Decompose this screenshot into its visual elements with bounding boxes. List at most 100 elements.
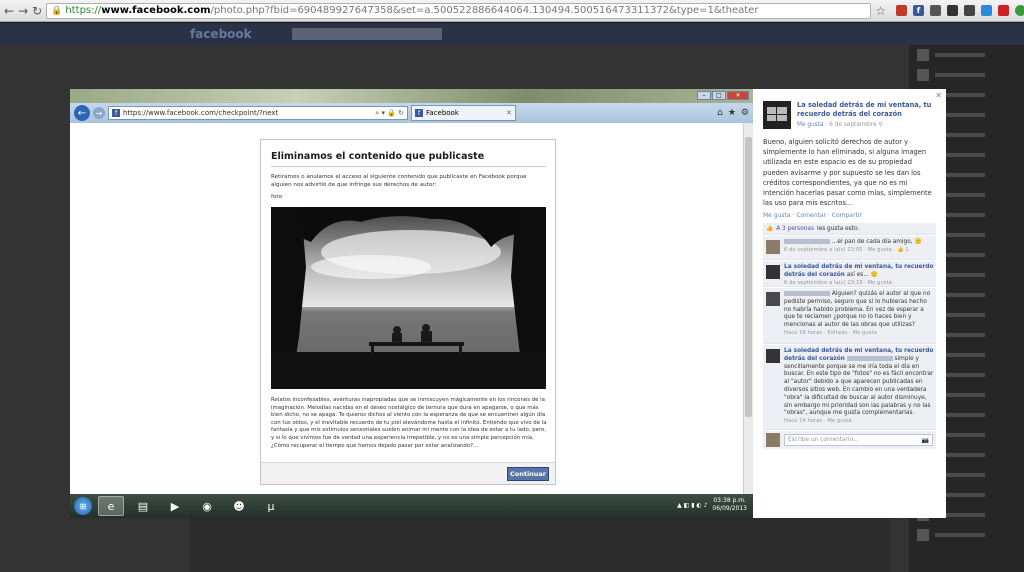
extension-icon[interactable] xyxy=(895,5,907,16)
divider xyxy=(271,166,546,167)
inner-scrollbar xyxy=(743,123,753,494)
window-controls: – □ ✕ xyxy=(697,91,749,100)
removed-photo xyxy=(271,207,546,389)
avatar xyxy=(917,529,929,541)
dialog-footer: Continuar xyxy=(261,462,555,484)
app-icon: ☻ xyxy=(233,499,245,513)
search-icon: ⌕ ▾ 🔒 ↻ xyxy=(375,108,404,117)
chat-item xyxy=(909,65,1024,85)
commenter-name-redacted xyxy=(784,291,830,296)
lock-icon: 🔒 xyxy=(51,5,63,16)
avatar xyxy=(917,69,929,81)
like-link[interactable]: Me gusta xyxy=(797,122,824,128)
close-icon: ✕ xyxy=(727,91,749,100)
facebook-header: facebook xyxy=(0,23,1024,45)
likes-summary: 👍 A 3 personas les gusta esto. xyxy=(763,223,936,235)
inner-address-bar: f https://www.facebook.com/checkpoint/?n… xyxy=(108,106,408,120)
home-icon: ⌂ xyxy=(717,108,723,118)
avatar[interactable] xyxy=(766,349,780,363)
close-icon[interactable]: ✕ xyxy=(935,91,942,100)
comment: ...el pan de cada día amigo, 🙂 6 de sept… xyxy=(763,236,936,260)
removed-item-label: foto xyxy=(271,194,283,200)
comment-text: así es... 🙂 xyxy=(846,271,878,278)
comment-meta: 6 de septiembre a la(s) 23:05 · Me gusta… xyxy=(784,246,909,253)
chrome-icon: ◉ xyxy=(202,499,212,513)
comment: La soledad detrás de mi ventana, tu recu… xyxy=(763,261,936,287)
comment-meta: Hace 14 horas · Me gusta xyxy=(784,418,852,425)
comment: La soledad detrás de mi ventana, tu recu… xyxy=(763,345,936,430)
removed-photo-image xyxy=(271,207,546,389)
facebook-logo: facebook xyxy=(190,27,252,41)
star-icon: ★ xyxy=(727,108,736,118)
reload-icon[interactable]: ↻ xyxy=(32,4,42,18)
extension-icon[interactable] xyxy=(929,5,941,16)
extension-icon[interactable] xyxy=(1014,5,1024,16)
media-player-icon: ▶ xyxy=(170,499,180,513)
write-comment-box: Escribe un comentario... 📷 xyxy=(763,431,936,449)
facebook-extension-icon[interactable]: f xyxy=(912,5,924,16)
comment-meta: Hace 16 horas · Editado · Me gusta xyxy=(784,329,877,336)
comment-input[interactable]: Escribe un comentario... 📷 xyxy=(784,434,933,446)
comment: Alguien? quizás el autor al que no pedis… xyxy=(763,288,936,344)
avatar[interactable] xyxy=(766,240,780,254)
post-text: Bueno, alguien solicitó derechos de auto… xyxy=(763,138,932,208)
facebook-search xyxy=(291,28,442,40)
avatar xyxy=(766,433,780,447)
dialog-intro: Retiramos o anulamos el acceso al siguie… xyxy=(271,174,527,188)
windows-taskbar: ⊞ e ▤ ▶ ◉ ☻ µ ▲ ◧ ▮ ◐ ♪ 03:38 p.m. 06/09… xyxy=(70,494,753,518)
gear-icon[interactable] xyxy=(963,5,975,16)
post-actions: Me gusta · Comentar · Compartir xyxy=(763,212,862,219)
comment-button[interactable]: Comentar xyxy=(796,212,826,219)
thumbs-up-icon: 👍 xyxy=(766,225,774,232)
back-icon[interactable]: ← xyxy=(4,4,14,18)
comment-text: ...el pan de cada día amigo, 🙂 xyxy=(831,239,922,245)
chat-item xyxy=(909,45,1024,65)
facebook-favicon-icon: f xyxy=(112,109,120,117)
folder-icon: ▤ xyxy=(137,499,149,513)
likes-count-link[interactable]: A 3 personas xyxy=(776,226,814,232)
facebook-favicon-icon: f xyxy=(415,109,423,117)
comment-meta: 6 de septiembre a la(s) 23:18 · Me gusta xyxy=(784,279,892,286)
mention-redacted xyxy=(846,355,893,361)
gear-icon: ⚙ xyxy=(740,108,749,118)
forward-icon: → xyxy=(93,107,105,119)
browser-toolbar: ← → ↻ 🔒 https:// www.facebook.com /photo… xyxy=(0,0,1024,22)
avatar xyxy=(917,49,929,61)
clock: 03:38 p.m. 06/09/2013 xyxy=(712,497,747,512)
inner-page-content: Eliminamos el contenido que publicaste R… xyxy=(70,123,743,494)
inner-browser-tab: f Facebook ✕ xyxy=(411,105,516,121)
like-button[interactable]: Me gusta xyxy=(763,212,791,219)
tray-icons: ▲ ◧ ▮ ◐ ♪ xyxy=(677,501,708,509)
internet-explorer-icon: e xyxy=(98,496,124,516)
minimize-icon: – xyxy=(697,91,711,100)
star-icon[interactable]: ☆ xyxy=(875,4,886,18)
comment-text: Alguien? quizás el autor al que no pedis… xyxy=(784,291,931,329)
photo-comments-panel: ✕ La soledad detrás de mi ventana, tu re… xyxy=(753,89,946,518)
page-avatar[interactable] xyxy=(763,101,791,129)
page-name-link[interactable]: La soledad detrás de mi ventana, tu recu… xyxy=(797,101,937,119)
avatar[interactable] xyxy=(766,265,780,279)
forward-icon[interactable]: → xyxy=(18,4,28,18)
share-button[interactable]: Compartir xyxy=(832,212,862,219)
theater-photo[interactable]: – □ ✕ ← → f https://www.facebook.com/che… xyxy=(70,89,753,518)
dialog-title: Eliminamos el contenido que publicaste xyxy=(271,151,485,162)
commenter-name-redacted xyxy=(784,239,830,244)
inner-browser-toolbar: ← → f https://www.facebook.com/checkpoin… xyxy=(70,103,753,123)
back-icon: ← xyxy=(74,105,90,121)
removed-post-text: Relatos inconfesables, aventuras inaprop… xyxy=(271,397,547,449)
audience-icon: ⚲ xyxy=(878,122,883,128)
close-icon: ✕ xyxy=(506,109,512,117)
feed-background xyxy=(190,513,890,572)
system-tray: ▲ ◧ ▮ ◐ ♪ 03:38 p.m. 06/09/2013 xyxy=(677,497,747,513)
comment-text: simple y sencillamente porque se me iría… xyxy=(784,355,934,417)
avatar[interactable] xyxy=(766,292,780,306)
camera-icon[interactable]: 📷 xyxy=(922,437,929,444)
buffer-extension-icon[interactable] xyxy=(946,5,958,16)
post-meta: Me gusta · 6 de septiembre ⚲ xyxy=(797,122,883,128)
windows-start-icon: ⊞ xyxy=(74,497,92,515)
maximize-icon: □ xyxy=(712,91,726,100)
copyright-notice-dialog: Eliminamos el contenido que publicaste R… xyxy=(260,139,556,485)
pinterest-extension-icon[interactable] xyxy=(997,5,1009,16)
address-bar[interactable]: 🔒 https:// www.facebook.com /photo.php?f… xyxy=(46,2,872,19)
extension-icon[interactable] xyxy=(980,5,992,16)
